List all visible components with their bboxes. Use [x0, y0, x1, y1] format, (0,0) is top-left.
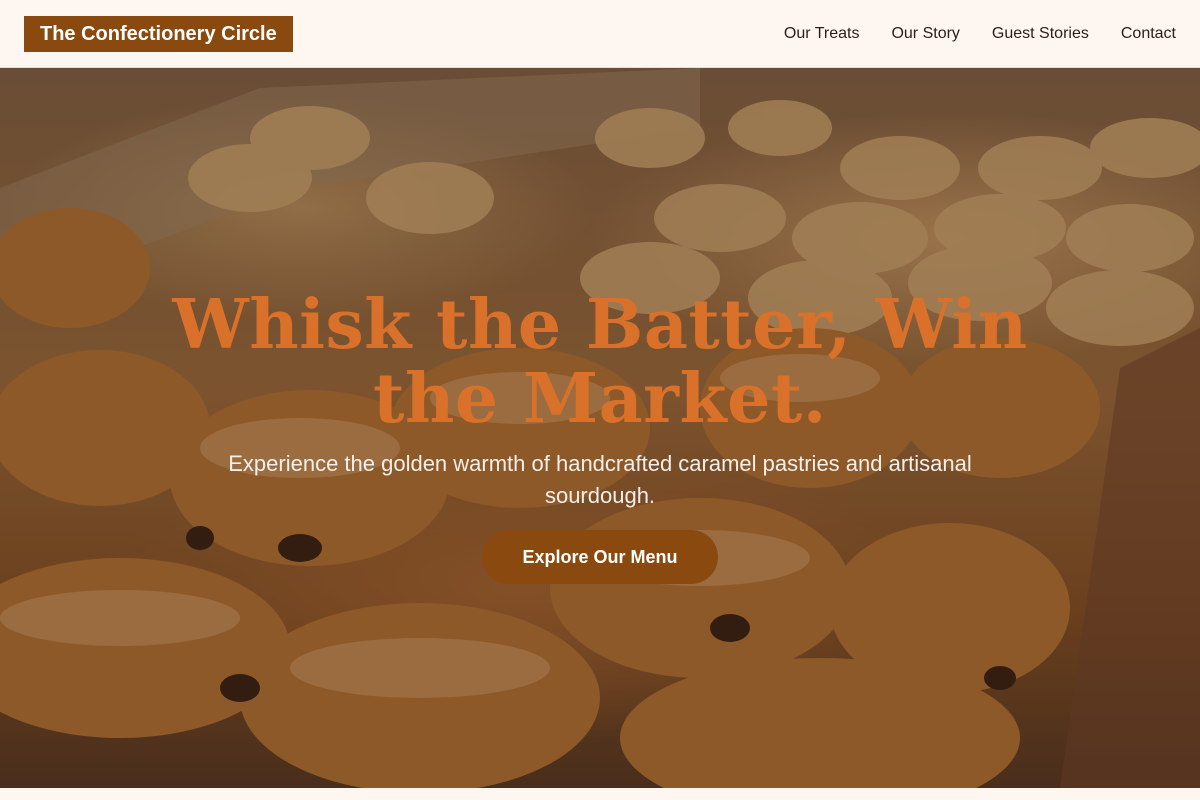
hero-content: Whisk the Batter, Win the Market. Experi…: [0, 68, 1200, 788]
nav-link-our-treats[interactable]: Our Treats: [784, 25, 860, 43]
hero-section: Whisk the Batter, Win the Market. Experi…: [0, 68, 1200, 788]
hero-subheadline: Experience the golden warmth of handcraf…: [228, 451, 972, 508]
explore-menu-button[interactable]: Explore Our Menu: [482, 530, 718, 584]
page-bottom-edge: [0, 788, 1200, 800]
nav-link-our-story[interactable]: Our Story: [891, 25, 959, 43]
brand-logo[interactable]: The Confectionery Circle: [24, 16, 293, 52]
site-header: The Confectionery Circle Our Treats Our …: [0, 0, 1200, 68]
hero-headline: Whisk the Batter, Win the Market.: [172, 285, 1028, 439]
main-nav: Our Treats Our Story Guest Stories Conta…: [784, 0, 1176, 68]
nav-link-contact[interactable]: Contact: [1121, 25, 1176, 43]
nav-link-guest-stories[interactable]: Guest Stories: [992, 25, 1089, 43]
